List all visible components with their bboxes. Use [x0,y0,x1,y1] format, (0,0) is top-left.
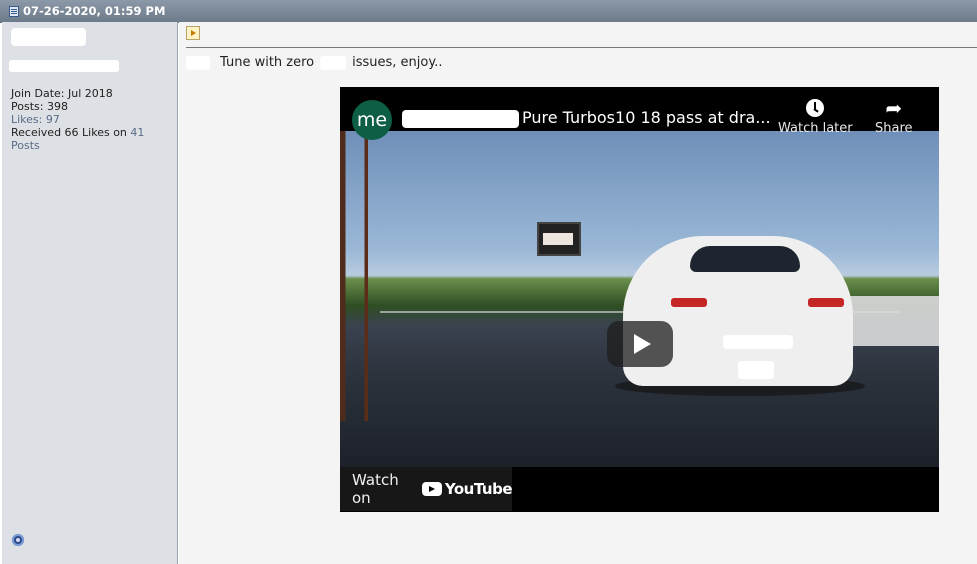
video-title[interactable]: Pure Turbos10 18 pass at dra... [522,108,772,127]
user-title-redacted [9,60,119,72]
received-likes-text: Received 66 Likes on [11,126,127,139]
join-date: Join Date: Jul 2018 [11,87,113,100]
share-button[interactable]: ➦ Share [875,96,913,136]
likes-count[interactable]: Likes: 97 [11,113,171,126]
post-header-bar: 07-26-2020, 01:59 PM [0,0,977,23]
share-label: Share [875,121,913,136]
post-message: Tune with zero issues, enjoy.. [186,55,442,70]
plate-redacted [738,361,774,379]
track-wall [850,296,939,346]
christmas-tree-tower [340,131,385,421]
received-likes-posts-link[interactable]: 41 [130,126,144,139]
watch-on-label: Watch on [352,471,399,507]
watch-later-label: Watch later [778,121,853,136]
message-text-b: issues, enjoy.. [352,55,443,70]
clock-icon [806,99,825,117]
online-status-icon[interactable] [12,534,24,546]
user-info: Join Date: Jul 2018 Posts: 398 Likes: 97… [11,87,171,152]
video-top-bar: me Pure Turbos10 18 pass at dra... Watch… [340,87,939,140]
youtube-brand-text: YouTube [444,480,513,498]
document-icon [9,5,19,17]
received-likes-suffix[interactable]: Posts [11,139,171,152]
youtube-logo-icon [421,482,442,496]
youtube-embed[interactable]: me Pure Turbos10 18 pass at dra... Watch… [340,87,939,512]
car-badge-redacted [723,335,793,349]
expand-arrow-icon[interactable] [186,26,200,40]
message-redaction-1 [186,55,210,70]
post-date: 07-26-2020, 01:59 PM [23,4,166,18]
play-icon[interactable] [607,321,673,367]
video-thumbnail[interactable] [340,131,939,467]
message-text-a: Tune with zero [220,55,315,70]
car-light-right [808,298,844,307]
post-count: Posts: 398 [11,100,68,113]
car-window [690,246,800,272]
youtube-logo: YouTube [421,480,513,498]
username-redacted[interactable] [11,28,86,46]
watch-later-button[interactable]: Watch later [778,99,853,136]
car-light-left [671,298,707,307]
received-likes: Received 66 Likes on 41 [11,126,171,139]
message-redaction-2 [320,55,347,70]
watch-on-youtube-button[interactable]: Watch on YouTube [340,467,513,511]
post-content: Tune with zero issues, enjoy.. me Pure T… [179,22,977,564]
track-sign [537,222,581,256]
channel-avatar[interactable]: me [352,100,392,140]
user-sidebar: Join Date: Jul 2018 Posts: 398 Likes: 97… [2,22,178,564]
post-date-container: 07-26-2020, 01:59 PM [9,4,165,18]
share-arrow-icon: ➦ [885,96,903,120]
content-divider [186,47,977,48]
channel-name-redacted[interactable] [402,110,519,128]
